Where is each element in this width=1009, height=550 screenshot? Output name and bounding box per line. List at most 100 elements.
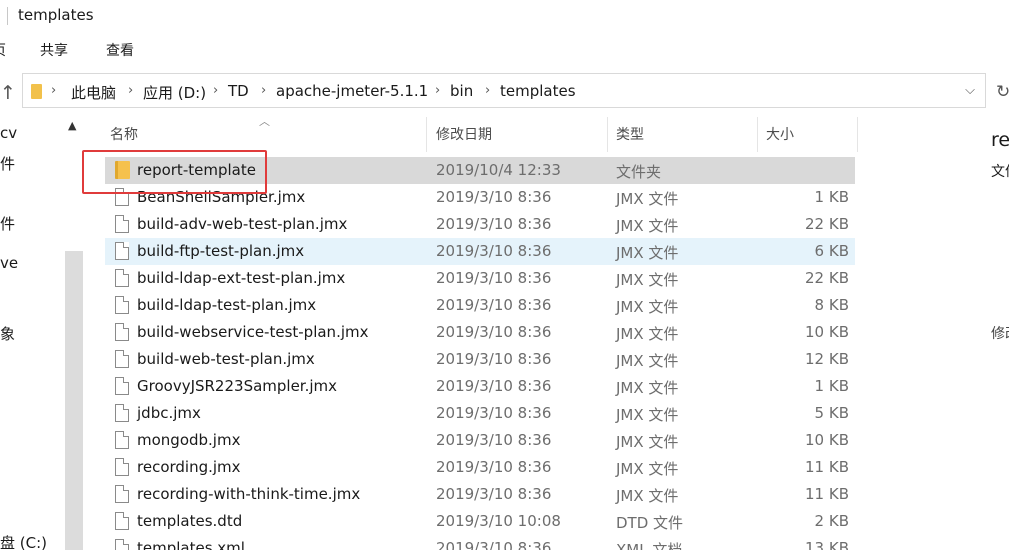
nav-item[interactable]: 盘 (C:) (0, 532, 47, 550)
breadcrumb-td[interactable]: TD (228, 82, 249, 100)
breadcrumb-bin[interactable]: bin (450, 82, 473, 100)
file-icon (115, 323, 129, 341)
file-date: 2019/3/10 10:08 (436, 512, 561, 530)
chevron-right-icon[interactable]: › (435, 83, 440, 98)
column-date[interactable]: 修改日期 (436, 124, 492, 144)
folder-row[interactable]: report-template 2019/10/4 12:33 文件夹 (105, 157, 855, 184)
folder-icon (31, 84, 42, 99)
file-row[interactable]: jdbc.jmx 2019/3/10 8:36 JMX 文件 5 KB (105, 400, 855, 427)
file-date: 2019/3/10 8:36 (436, 431, 552, 449)
file-row[interactable]: templates.xml 2019/3/10 8:36 XML 文档 13 KB (105, 535, 855, 550)
file-row[interactable]: build-web-test-plan.jmx 2019/3/10 8:36 JMX… (105, 346, 855, 373)
file-icon (115, 350, 129, 368)
file-icon (115, 242, 129, 260)
file-row[interactable]: recording.jmx 2019/3/10 8:36 JMX 文件 11 KB (105, 454, 855, 481)
file-date: 2019/3/10 8:36 (436, 323, 552, 341)
nav-item[interactable]: cv (0, 124, 17, 142)
file-row[interactable]: BeanShellSampler.jmx 2019/3/10 8:36 JMX 文件… (105, 184, 855, 211)
row-icon (115, 539, 129, 550)
column-type[interactable]: 类型 (616, 124, 644, 144)
details-pane: re 文件 修改 (985, 117, 1009, 550)
file-icon (115, 458, 129, 476)
column-header: ︿ 名称 修改日期 类型 大小 (105, 115, 858, 152)
file-date: 2019/3/10 8:36 (436, 458, 552, 476)
file-size: 11 KB (805, 485, 849, 503)
up-arrow-icon[interactable]: ↑ (0, 82, 16, 104)
file-date: 2019/3/10 8:36 (436, 188, 552, 206)
file-type: DTD 文件 (616, 514, 684, 532)
column-divider[interactable] (607, 117, 608, 152)
file-type: JMX 文件 (616, 433, 679, 451)
file-date: 2019/3/10 8:36 (436, 215, 552, 233)
file-name: recording.jmx (137, 458, 241, 476)
file-size: 1 KB (814, 377, 849, 395)
tab-view[interactable]: 查看 (106, 40, 134, 60)
details-title: re (991, 129, 1009, 151)
file-size: 2 KB (814, 512, 849, 530)
chevron-right-icon[interactable]: › (51, 83, 56, 98)
breadcrumb-drive-d[interactable]: 应用 (D:) (143, 82, 206, 103)
file-name: report-template (137, 161, 256, 179)
chevron-right-icon[interactable]: › (128, 83, 133, 98)
chevron-right-icon[interactable]: › (261, 83, 266, 98)
scroll-thumb[interactable] (65, 251, 83, 550)
column-divider[interactable] (757, 117, 758, 152)
file-type: 文件夹 (616, 163, 662, 181)
file-type: XML 文档 (616, 541, 683, 550)
file-type: JMX 文件 (616, 244, 679, 262)
file-type: JMX 文件 (616, 352, 679, 370)
file-row[interactable]: build-ldap-ext-test-plan.jmx 2019/3/10 8:… (105, 265, 855, 292)
file-row[interactable]: templates.dtd 2019/3/10 10:08 DTD 文件 2 KB (105, 508, 855, 535)
column-divider[interactable] (426, 117, 427, 152)
chevron-down-icon[interactable]: ⌵ (965, 83, 975, 98)
chevron-right-icon[interactable]: › (213, 83, 218, 98)
file-icon (115, 512, 129, 530)
file-type: JMX 文件 (616, 271, 679, 289)
row-icon (115, 458, 129, 476)
file-type: JMX 文件 (616, 379, 679, 397)
scroll-up-icon[interactable]: ▲ (68, 119, 76, 132)
nav-scrollbar[interactable]: ▲ (63, 117, 85, 550)
file-date: 2019/10/4 12:33 (436, 161, 561, 179)
file-name: build-adv-web-test-plan.jmx (137, 215, 348, 233)
file-row[interactable]: recording-with-think-time.jmx 2019/3/10 8… (105, 481, 855, 508)
breadcrumb-jmeter[interactable]: apache-jmeter-5.1.1 (276, 82, 428, 100)
file-row[interactable]: GroovyJSR223Sampler.jmx 2019/3/10 8:36 JMX… (105, 373, 855, 400)
file-row[interactable]: mongodb.jmx 2019/3/10 8:36 JMX 文件 10 KB (105, 427, 855, 454)
file-name: recording-with-think-time.jmx (137, 485, 361, 503)
nav-item[interactable]: 件 (0, 213, 15, 234)
chevron-right-icon[interactable]: › (485, 83, 490, 98)
ribbon-tabs: 页 共享 查看 (0, 33, 1009, 65)
address-bar[interactable]: › 此电脑 › 应用 (D:) › TD › apache-jmeter-5.1… (22, 73, 986, 108)
file-size: 22 KB (805, 269, 849, 287)
file-row[interactable]: build-ftp-test-plan.jmx 2019/3/10 8:36 JMX… (105, 238, 855, 265)
column-divider[interactable] (857, 117, 858, 152)
navigation-pane: cv 件 件 ve 象 盘 (C:) (0, 117, 63, 550)
row-icon (115, 269, 129, 287)
row-icon (115, 485, 129, 503)
file-name: mongodb.jmx (137, 431, 241, 449)
file-name: templates.xml (137, 539, 245, 550)
file-date: 2019/3/10 8:36 (436, 296, 552, 314)
breadcrumb-this-pc[interactable]: 此电脑 (71, 82, 116, 103)
details-modified: 修改 (991, 326, 1009, 342)
column-size[interactable]: 大小 (766, 124, 794, 144)
column-name[interactable]: 名称 (110, 124, 138, 144)
nav-item[interactable]: ve (0, 254, 18, 272)
file-row[interactable]: build-webservice-test-plan.jmx 2019/3/10 … (105, 319, 855, 346)
row-icon (115, 323, 129, 341)
file-size: 11 KB (805, 458, 849, 476)
tab-home[interactable]: 页 (0, 40, 6, 60)
file-size: 12 KB (805, 350, 849, 368)
file-name: build-ldap-test-plan.jmx (137, 296, 317, 314)
nav-item[interactable]: 件 (0, 153, 15, 174)
tab-share[interactable]: 共享 (40, 40, 68, 60)
breadcrumb-templates[interactable]: templates (500, 82, 576, 100)
file-row[interactable]: build-adv-web-test-plan.jmx 2019/3/10 8:3… (105, 211, 855, 238)
refresh-icon[interactable]: ↻ (996, 82, 1009, 102)
file-type: JMX 文件 (616, 487, 679, 505)
nav-item[interactable]: 象 (0, 323, 15, 344)
file-name: BeanShellSampler.jmx (137, 188, 306, 206)
file-date: 2019/3/10 8:36 (436, 539, 552, 550)
file-row[interactable]: build-ldap-test-plan.jmx 2019/3/10 8:36 JM… (105, 292, 855, 319)
